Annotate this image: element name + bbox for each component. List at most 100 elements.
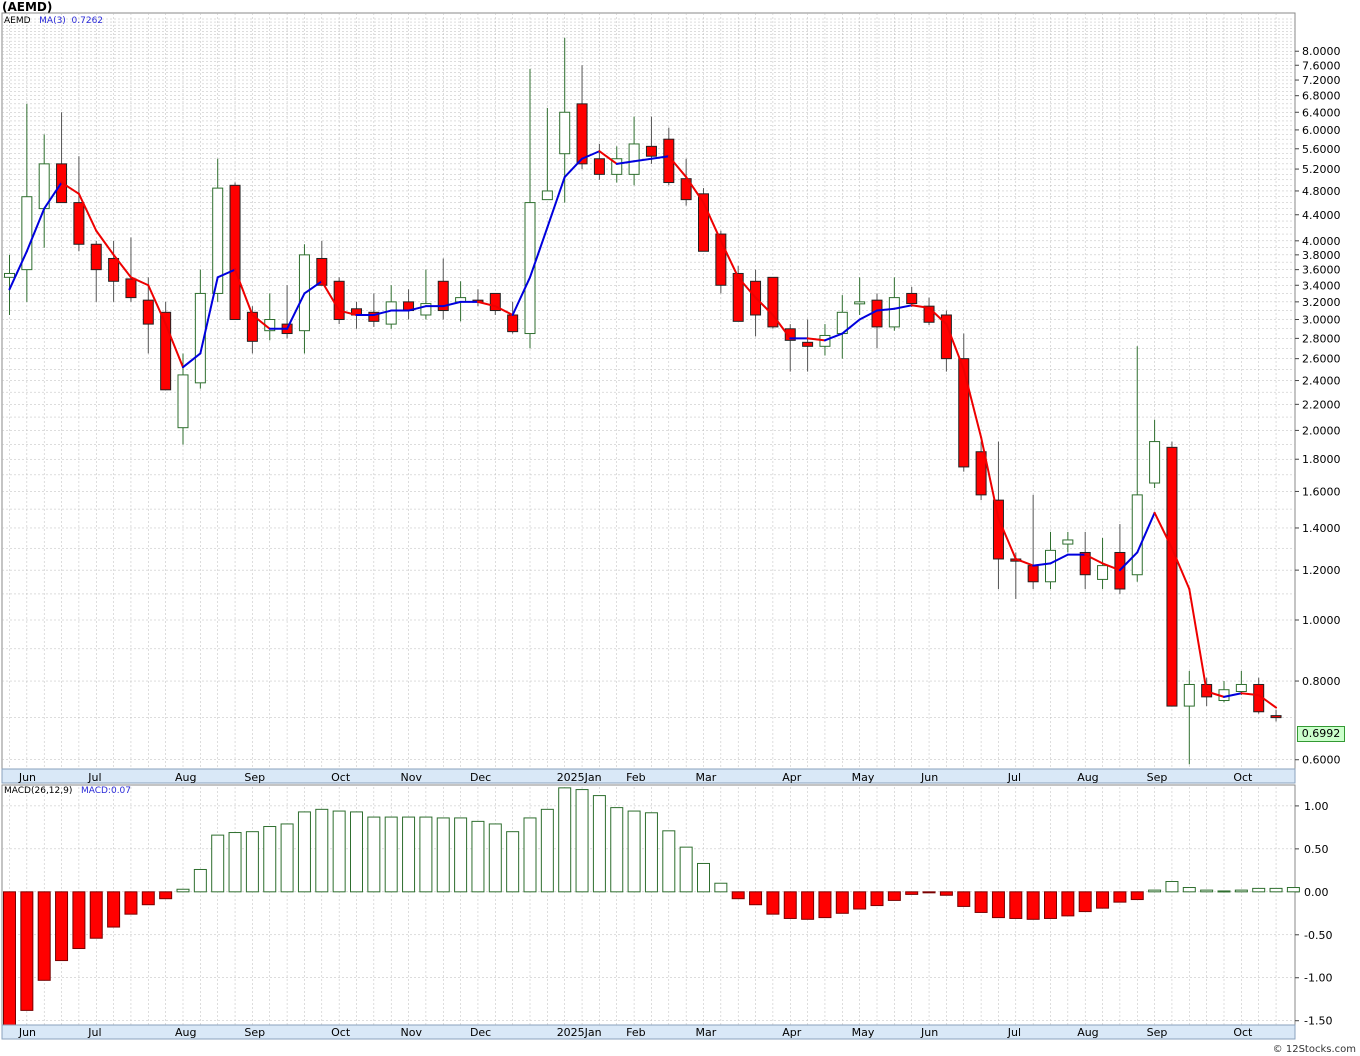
macd-bar-negative bbox=[89, 891, 103, 939]
candle-down bbox=[73, 202, 85, 245]
macd-bar-positive bbox=[714, 882, 728, 893]
x-month-label-bottom: Aug bbox=[1077, 1026, 1098, 1039]
x-month-label-bottom: Mar bbox=[696, 1026, 717, 1039]
macd-bar-positive bbox=[1269, 887, 1283, 893]
candle-down bbox=[992, 499, 1004, 560]
price-tick-label: 6.0000 bbox=[1302, 124, 1341, 137]
candle-down bbox=[333, 280, 345, 321]
x-month-label-top: Nov bbox=[401, 771, 423, 784]
macd-bar-negative bbox=[853, 891, 867, 910]
candle-up bbox=[854, 301, 866, 305]
macd-bar-negative bbox=[818, 891, 832, 919]
x-month-label-bottom: Apr bbox=[782, 1026, 802, 1039]
macd-bar-positive bbox=[263, 826, 277, 893]
macd-bar-positive bbox=[245, 831, 259, 893]
macd-tick-label: -1.50 bbox=[1304, 1015, 1332, 1028]
price-tick-label: 5.2000 bbox=[1302, 163, 1341, 176]
macd-bar-positive bbox=[367, 816, 381, 893]
macd-bar-positive bbox=[297, 811, 311, 893]
x-month-label-top: Sep bbox=[244, 771, 265, 784]
macd-bar-negative bbox=[1044, 891, 1057, 919]
x-month-label-bottom: Jun bbox=[920, 1026, 938, 1039]
x-month-label-top: Oct bbox=[1233, 771, 1253, 784]
macd-bar-positive bbox=[697, 862, 710, 893]
x-month-label-bottom: Oct bbox=[1233, 1026, 1253, 1039]
macd-bar-positive bbox=[1148, 889, 1162, 893]
macd-bar-positive bbox=[454, 817, 468, 893]
macd-bar-negative bbox=[20, 891, 34, 1011]
candle-down bbox=[507, 314, 519, 333]
x-month-label-top: Dec bbox=[470, 771, 491, 784]
ticker-title: (AEMD) bbox=[2, 0, 53, 14]
macd-bar-positive bbox=[436, 817, 450, 893]
legend-symbol: AEMD bbox=[4, 16, 31, 26]
price-tick-label: 8.0000 bbox=[1302, 45, 1341, 58]
candle-up bbox=[1045, 549, 1056, 583]
x-month-label-top: Jun bbox=[920, 771, 938, 784]
candle-down bbox=[1166, 446, 1178, 707]
x-month-label-bottom: Jun bbox=[18, 1026, 36, 1039]
macd-bar-negative bbox=[939, 891, 953, 896]
macd-bar-negative bbox=[141, 891, 155, 906]
macd-bar-positive bbox=[610, 807, 624, 893]
macd-bar-negative bbox=[1130, 891, 1144, 901]
macd-bar-positive bbox=[176, 888, 190, 893]
candle-up bbox=[4, 272, 15, 278]
x-axis-top: Jun Jul Aug Sep Oct Nov Dec 2025Jan Feb Mar Apr May… bbox=[1, 768, 1296, 784]
macd-bar-positive bbox=[1165, 881, 1179, 893]
x-month-label-top: Aug bbox=[1077, 771, 1098, 784]
macd-bar-positive bbox=[315, 808, 329, 893]
x-month-label-top: Jul bbox=[87, 771, 101, 784]
macd-bar-negative bbox=[1113, 891, 1127, 903]
macd-bar-negative bbox=[870, 891, 884, 907]
candle-up bbox=[1062, 539, 1074, 545]
macd-bar-negative bbox=[731, 891, 745, 900]
price-tick-label: 4.0000 bbox=[1302, 235, 1341, 248]
candle-up bbox=[177, 374, 189, 429]
x-month-label-top: Jul bbox=[1007, 771, 1021, 784]
macd-bar-negative bbox=[835, 891, 849, 914]
macd-panel: 1.00 0.50 0.00 -0.50 -1.00 -1.50 bbox=[1, 784, 1332, 1028]
candle-down bbox=[576, 103, 588, 165]
x-month-label-top: Mar bbox=[696, 771, 717, 784]
macd-bar-positive bbox=[1286, 887, 1300, 893]
price-tick-label: 1.6000 bbox=[1302, 485, 1341, 498]
candle-up bbox=[1131, 494, 1143, 576]
price-tick-label: 6.8000 bbox=[1302, 90, 1341, 103]
macd-legend: MACD(26,12,9) MACD:0.07 bbox=[4, 786, 131, 796]
candle-up bbox=[1149, 441, 1161, 484]
macd-bar-positive bbox=[1182, 887, 1196, 893]
macd-bar-positive bbox=[471, 820, 485, 893]
macd-bar-positive bbox=[384, 816, 398, 893]
candle-down bbox=[802, 341, 814, 347]
candle-down bbox=[593, 158, 605, 175]
macd-bar-positive bbox=[662, 830, 676, 893]
price-tick-label: 3.4000 bbox=[1302, 279, 1341, 292]
legend-macd-value: MACD:0.07 bbox=[80, 786, 132, 796]
macd-bar-negative bbox=[1096, 891, 1110, 909]
candle-down bbox=[142, 299, 154, 325]
macd-bar-positive bbox=[488, 823, 502, 893]
macd-bar-positive bbox=[558, 787, 572, 893]
macd-bar-positive bbox=[540, 808, 554, 893]
macd-bar-positive bbox=[1234, 889, 1248, 893]
candle-down bbox=[229, 184, 241, 321]
candle-down bbox=[125, 278, 137, 299]
macd-bar-negative bbox=[783, 891, 797, 919]
x-month-label-top: Feb bbox=[626, 771, 645, 784]
macd-tick-label: -0.50 bbox=[1304, 929, 1332, 942]
x-month-label-top: Oct bbox=[331, 771, 351, 784]
macd-bar-negative bbox=[1026, 891, 1040, 920]
candle-down bbox=[90, 243, 102, 271]
macd-bar-negative bbox=[159, 891, 173, 900]
macd-bar-negative bbox=[905, 891, 919, 895]
macd-bar-positive bbox=[1200, 889, 1214, 893]
candle-down bbox=[958, 358, 970, 468]
price-tick-label: 4.4000 bbox=[1302, 209, 1341, 222]
macd-bar-negative bbox=[957, 891, 971, 907]
macd-bar-positive bbox=[1252, 887, 1266, 893]
price-panel: 8.00007.6000 7.2000 6.8000 6.4000 6.0000 5.60… bbox=[1, 12, 1341, 770]
macd-bar-negative bbox=[124, 891, 138, 915]
candle-up bbox=[628, 143, 640, 175]
macd-bar-positive bbox=[592, 795, 606, 893]
